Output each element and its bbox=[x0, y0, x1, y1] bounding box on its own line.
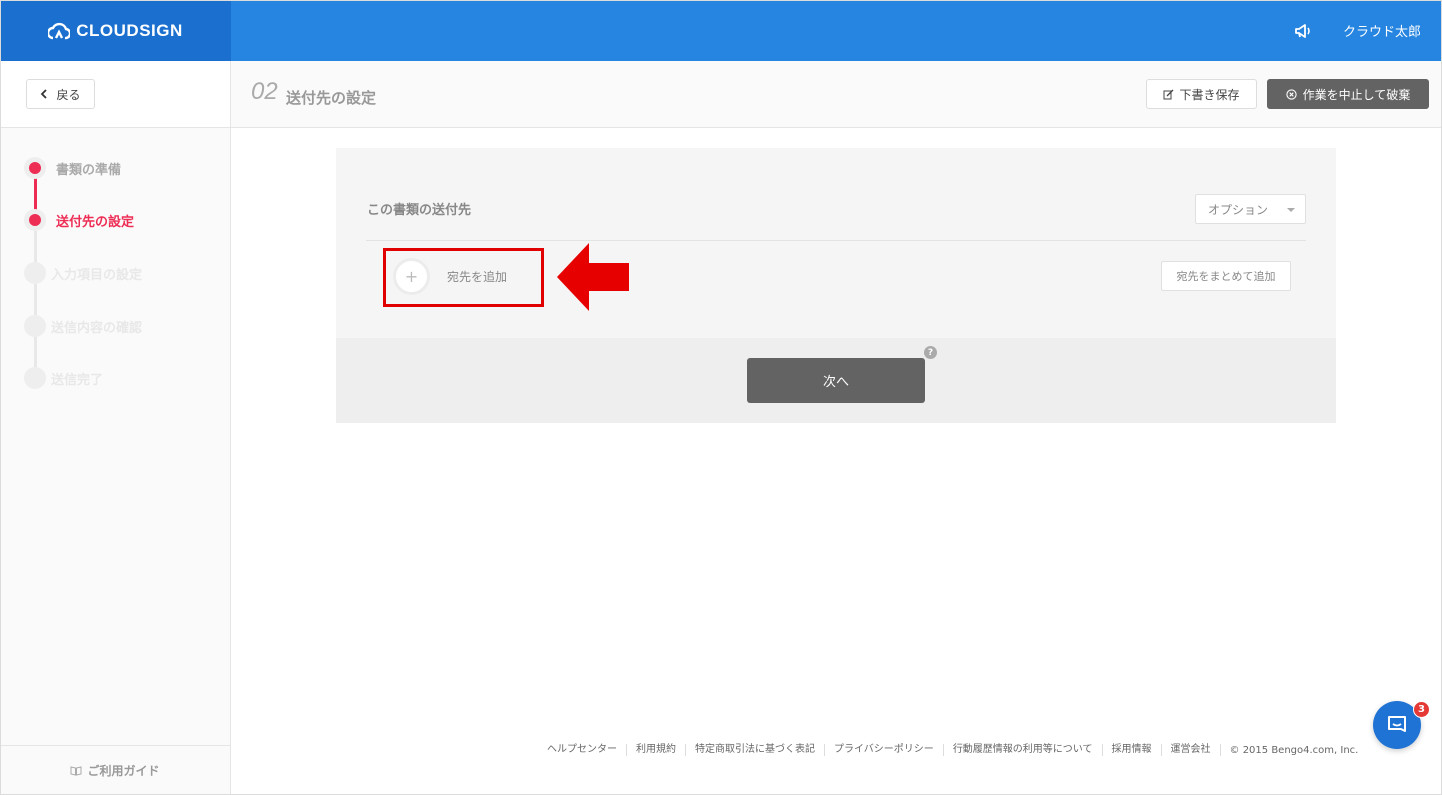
step-dot bbox=[24, 157, 46, 179]
next-label: 次へ bbox=[822, 375, 849, 390]
options-label: オプション bbox=[1208, 202, 1269, 217]
megaphone-icon[interactable] bbox=[1293, 21, 1313, 41]
bulk-add-button[interactable]: 宛先をまとめて追加 bbox=[1161, 261, 1291, 291]
user-guide-label: ご利用ガイド bbox=[87, 764, 160, 778]
footer-link-careers[interactable]: 採用情報 bbox=[1103, 744, 1162, 756]
step-label: 送付先の設定 bbox=[56, 214, 135, 230]
abort-button[interactable]: 作業を中止して破棄 bbox=[1267, 79, 1429, 109]
step-dot bbox=[24, 262, 46, 284]
step-dot bbox=[24, 209, 46, 231]
save-draft-label: 下書き保存 bbox=[1179, 87, 1240, 102]
user-guide-link[interactable]: ご利用ガイド bbox=[0, 745, 230, 795]
next-button[interactable]: 次へ bbox=[747, 358, 925, 403]
cloud-logo-icon bbox=[48, 22, 71, 39]
page-title: 送付先の設定 bbox=[286, 89, 377, 107]
back-label: 戻る bbox=[56, 87, 81, 102]
abort-label: 作業を中止して破棄 bbox=[1302, 87, 1411, 102]
step-dot bbox=[24, 315, 46, 337]
sidebar: 書類の準備 送付先の設定 入力項目の設定 送信内容の確認 送信完了 ご利用ガイド bbox=[0, 128, 231, 795]
divider bbox=[366, 240, 1306, 241]
book-icon bbox=[70, 765, 82, 776]
sidebar-step-prepare[interactable]: 書類の準備 bbox=[24, 157, 121, 179]
user-menu[interactable]: クラウド太郎 bbox=[1343, 21, 1421, 40]
footer-link-terms[interactable]: 利用規約 bbox=[627, 744, 686, 756]
top-bar: CLOUDSIGN クラウド太郎 bbox=[0, 0, 1442, 61]
footer: ヘルプセンター 利用規約 特定商取引法に基づく表記 プライバシーポリシー 行動履… bbox=[538, 744, 1358, 756]
red-arrow-annotation bbox=[557, 243, 629, 311]
options-dropdown[interactable]: オプション bbox=[1195, 194, 1306, 224]
back-area: 戻る bbox=[0, 61, 231, 127]
chevron-left-icon bbox=[41, 89, 48, 99]
sub-header: 戻る 02 送付先の設定 下書き保存 作業を中止して破棄 bbox=[0, 61, 1442, 128]
footer-link-company[interactable]: 運営会社 bbox=[1162, 744, 1221, 756]
close-circle-icon bbox=[1286, 88, 1297, 100]
step-number: 02 bbox=[251, 78, 278, 105]
section-title: この書類の送付先 bbox=[367, 203, 472, 218]
step-label: 送信完了 bbox=[51, 372, 104, 388]
caret-down-icon bbox=[1287, 208, 1295, 212]
brand-name: CLOUDSIGN bbox=[76, 20, 183, 40]
sidebar-step-recipients[interactable]: 送付先の設定 bbox=[24, 209, 134, 231]
bulk-add-label: 宛先をまとめて追加 bbox=[1176, 270, 1276, 283]
footer-link-commerce[interactable]: 特定商取引法に基づく表記 bbox=[686, 744, 825, 756]
highlight-annotation bbox=[383, 248, 544, 307]
footer-link-privacy[interactable]: プライバシーポリシー bbox=[825, 744, 944, 756]
step-header: 02 送付先の設定 下書き保存 作業を中止して破棄 bbox=[231, 61, 1442, 127]
step-label: 入力項目の設定 bbox=[51, 267, 143, 283]
step-label: 送信内容の確認 bbox=[51, 320, 143, 336]
copyright: © 2015 Bengo4.com, Inc. bbox=[1229, 744, 1359, 756]
chat-unread-badge: 3 bbox=[1413, 701, 1430, 718]
save-draft-button[interactable]: 下書き保存 bbox=[1146, 79, 1257, 109]
footer-link-behavior[interactable]: 行動履歴情報の利用等について bbox=[944, 744, 1103, 756]
chat-icon bbox=[1388, 716, 1406, 732]
back-button[interactable]: 戻る bbox=[26, 79, 95, 109]
help-icon[interactable]: ? bbox=[924, 346, 937, 359]
step-label: 書類の準備 bbox=[56, 162, 122, 178]
sidebar-step-confirm: 送信内容の確認 bbox=[24, 315, 142, 337]
recipients-panel: この書類の送付先 オプション + 宛先を追加 宛先をまとめて追加 次へ ? bbox=[336, 148, 1336, 423]
edit-icon bbox=[1163, 89, 1174, 99]
sidebar-step-fields: 入力項目の設定 bbox=[24, 262, 142, 284]
sidebar-step-complete: 送信完了 bbox=[24, 367, 103, 389]
footer-link-help[interactable]: ヘルプセンター bbox=[538, 744, 627, 756]
logo[interactable]: CLOUDSIGN bbox=[0, 0, 231, 61]
step-dot bbox=[24, 367, 46, 389]
